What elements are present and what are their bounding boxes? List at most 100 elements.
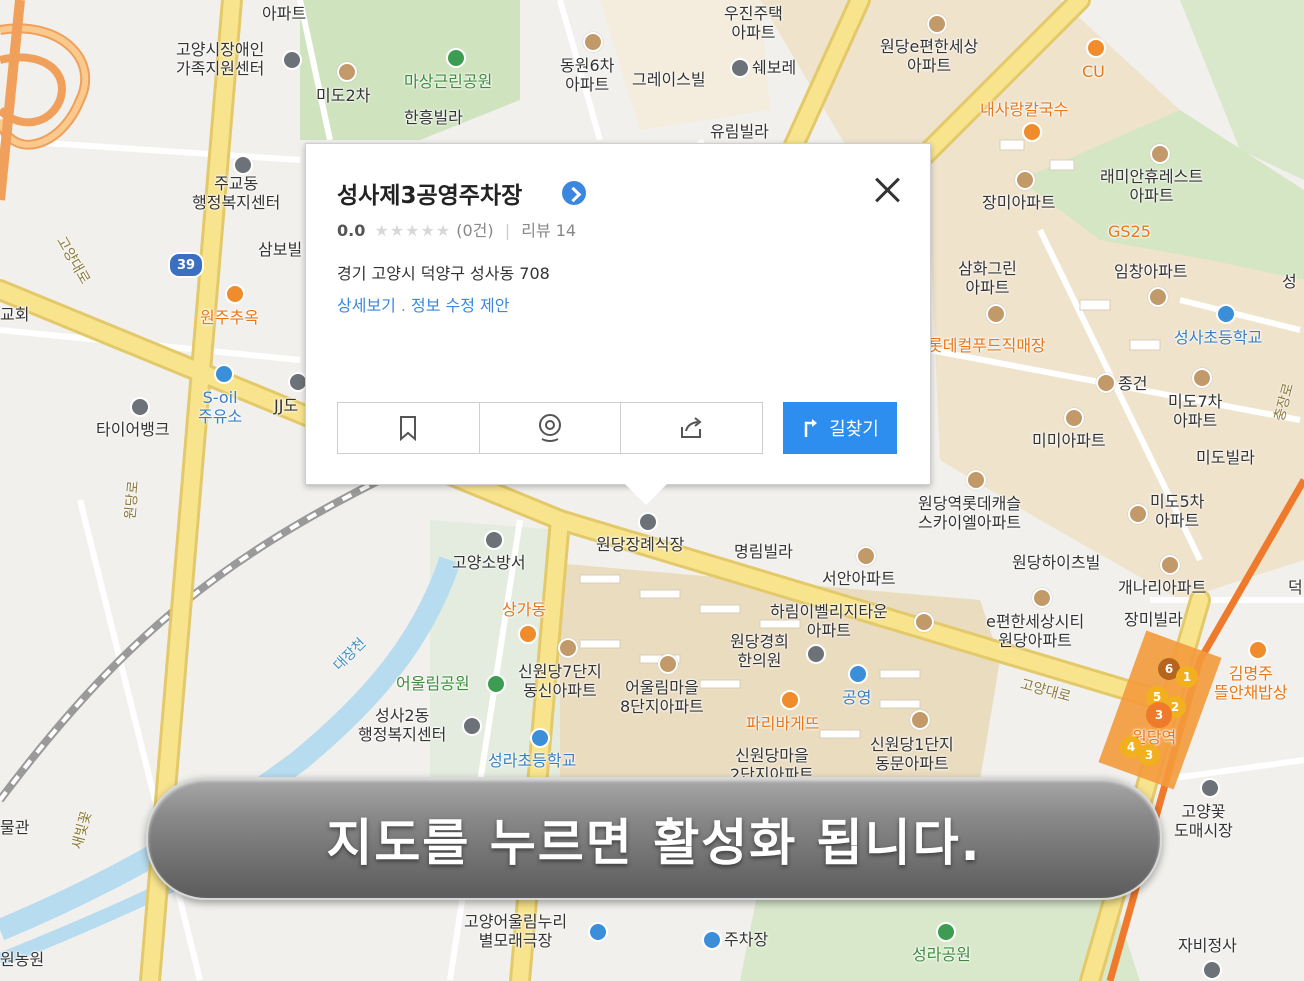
label-seongsa-elem[interactable]: 성사초등학교	[1174, 328, 1262, 347]
label-wondang-e[interactable]: 원당e편한세상 아파트	[880, 37, 978, 75]
action-button-group	[337, 402, 763, 454]
label-paris[interactable]: 파리바게뜨	[746, 714, 820, 733]
label-mido5[interactable]: 미도5차 아파트	[1150, 492, 1204, 530]
apartment-icon	[986, 304, 1006, 324]
gov-icon	[462, 716, 482, 736]
label-sinwon7[interactable]: 신원당7단지 동신아파트	[518, 662, 602, 700]
park-icon	[936, 922, 956, 942]
label-sangga[interactable]: 상가동	[502, 600, 546, 619]
label-mido7[interactable]: 미도7차 아파트	[1168, 392, 1222, 430]
parking-icon	[702, 930, 722, 950]
bookmark-icon	[400, 416, 417, 441]
roadview-button[interactable]	[480, 403, 622, 453]
label-samboh[interactable]: 삼보빌	[258, 240, 302, 259]
label-jugyo[interactable]: 주교동 행정복지센터	[192, 174, 280, 212]
label-seoan[interactable]: 서안아파트	[822, 569, 896, 588]
label-goyang-center[interactable]: 고양시장애인 가족지원센터	[176, 40, 264, 78]
place-address: 경기 고양시 덕양구 성사동 708	[337, 264, 550, 283]
apartment-icon	[1192, 368, 1212, 388]
label-jangmi-villa[interactable]: 장미빌라	[1124, 610, 1183, 629]
bookmark-button[interactable]	[338, 403, 480, 453]
label-hanheung[interactable]: 한흥빌라	[404, 108, 463, 127]
label-jabi[interactable]: 자비정사	[1178, 936, 1237, 955]
label-cu[interactable]: CU	[1082, 62, 1105, 81]
label-e-city[interactable]: e편한세상시티 원당아파트	[986, 612, 1084, 650]
bakery-icon	[780, 690, 800, 710]
label-dongwon6[interactable]: 동원6차 아파트	[560, 56, 614, 94]
label-seongra-elem[interactable]: 성라초등학교	[488, 751, 576, 770]
label-myungrim[interactable]: 명림빌라	[734, 542, 793, 561]
label-samhwa[interactable]: 삼화그린 아파트	[958, 259, 1017, 297]
label-wondang-hall[interactable]: 원당장례식장	[596, 535, 684, 554]
apartment-icon	[1096, 373, 1116, 393]
label-clinic[interactable]: 원당경희 한의원	[730, 632, 789, 670]
fire-station-icon	[484, 530, 504, 550]
label-apt-top[interactable]: 아파트	[262, 4, 306, 23]
map-activation-banner[interactable]: 지도를 누르면 활성화 됩니다.	[146, 777, 1162, 900]
label-wonju[interactable]: 원주추옥	[200, 308, 259, 327]
hospital-icon	[806, 644, 826, 664]
rating-count: (0건)	[456, 221, 494, 240]
store-icon	[1086, 38, 1106, 58]
label-gs25[interactable]: GS25	[1108, 222, 1151, 241]
detail-link[interactable]: 상세보기	[337, 296, 396, 315]
park-icon	[486, 674, 506, 694]
verified-arrow-icon[interactable]	[562, 181, 586, 205]
label-lotte-food[interactable]: 롯데컬푸드직매장	[928, 336, 1046, 355]
label-wonnong[interactable]: 원농원	[0, 950, 44, 969]
label-imchang[interactable]: 임창아파트	[1114, 262, 1188, 281]
label-grace[interactable]: 그레이스빌	[632, 70, 706, 89]
label-gaenari[interactable]: 개나리아파트	[1118, 578, 1206, 597]
review-link[interactable]: 리뷰 14	[521, 221, 576, 240]
label-yurim[interactable]: 유림빌라	[710, 122, 769, 141]
label-mimi[interactable]: 미미아파트	[1032, 431, 1106, 450]
label-seongsa2[interactable]: 성사2동 행정복지센터	[358, 706, 446, 744]
temple-icon	[1202, 960, 1222, 980]
label-eoulrim8[interactable]: 어울림마을 8단지아파트	[620, 678, 704, 716]
label-church[interactable]: 교회	[0, 305, 29, 324]
label-parking-pub[interactable]: 공영	[842, 688, 871, 707]
label-wondang-lotte[interactable]: 원당역롯데캐슬 스카이엘아파트	[918, 494, 1021, 532]
label-seong[interactable]: 성	[1282, 272, 1297, 291]
market-icon	[1200, 778, 1220, 798]
label-eoulrim-park[interactable]: 어울림공원	[396, 674, 470, 693]
apartment-icon	[966, 470, 986, 490]
restaurant-icon	[1248, 640, 1268, 660]
route-button[interactable]: 길찾기	[783, 402, 897, 454]
label-mido-villa[interactable]: 미도빌라	[1196, 448, 1255, 467]
label-mulgwan[interactable]: 물관	[0, 818, 29, 837]
park-icon	[446, 48, 466, 68]
label-seongra-park[interactable]: 성라공원	[912, 945, 971, 964]
label-goyang-eoulrim[interactable]: 고양어울림누리 별모래극장	[464, 912, 567, 950]
apartment-icon	[337, 62, 357, 82]
apartment-icon	[1032, 588, 1052, 608]
subway-line-3-badge: 3	[1146, 702, 1172, 728]
label-shwebore[interactable]: 쉐보레	[752, 58, 796, 77]
label-goyang-flower[interactable]: 고양꽃 도매시장	[1174, 802, 1233, 840]
label-jj[interactable]: JJ도	[274, 396, 298, 415]
label-woojin[interactable]: 우진주택 아파트	[724, 4, 783, 42]
label-jonggeon[interactable]: 종건	[1118, 374, 1147, 393]
label-tire[interactable]: 타이어뱅크	[96, 420, 170, 439]
label-sinwon1[interactable]: 신원당1단지 동문아파트	[870, 735, 954, 773]
apartment-icon	[1064, 408, 1084, 428]
close-button[interactable]	[872, 174, 904, 206]
label-soil[interactable]: S-oil 주유소	[198, 388, 242, 426]
popup-tail	[624, 483, 668, 505]
gov-icon	[233, 155, 253, 175]
edit-suggestion-link[interactable]: 정보 수정 제안	[411, 296, 510, 315]
label-masang-park[interactable]: 마상근린공원	[404, 72, 492, 91]
apartment-icon	[558, 638, 578, 658]
subway-line-3b-badge: 3	[1138, 744, 1160, 766]
label-wondang-heights[interactable]: 원당하이츠빌	[1012, 553, 1100, 572]
label-naesarang[interactable]: 내사랑칼국수	[980, 100, 1068, 119]
label-parking[interactable]: 주차장	[724, 930, 768, 949]
label-raemian[interactable]: 래미안휴레스트 아파트	[1100, 167, 1203, 205]
share-button[interactable]	[621, 403, 762, 453]
label-kimmyeongju[interactable]: 김명주 뜰안채밥상	[1214, 664, 1288, 702]
label-mido2[interactable]: 미도2차	[316, 86, 370, 105]
school-icon	[1216, 304, 1236, 324]
label-goyang-fire[interactable]: 고양소방서	[452, 553, 526, 572]
label-jangmi-apt[interactable]: 장미아파트	[982, 193, 1056, 212]
label-deok[interactable]: 덕	[1288, 578, 1303, 597]
